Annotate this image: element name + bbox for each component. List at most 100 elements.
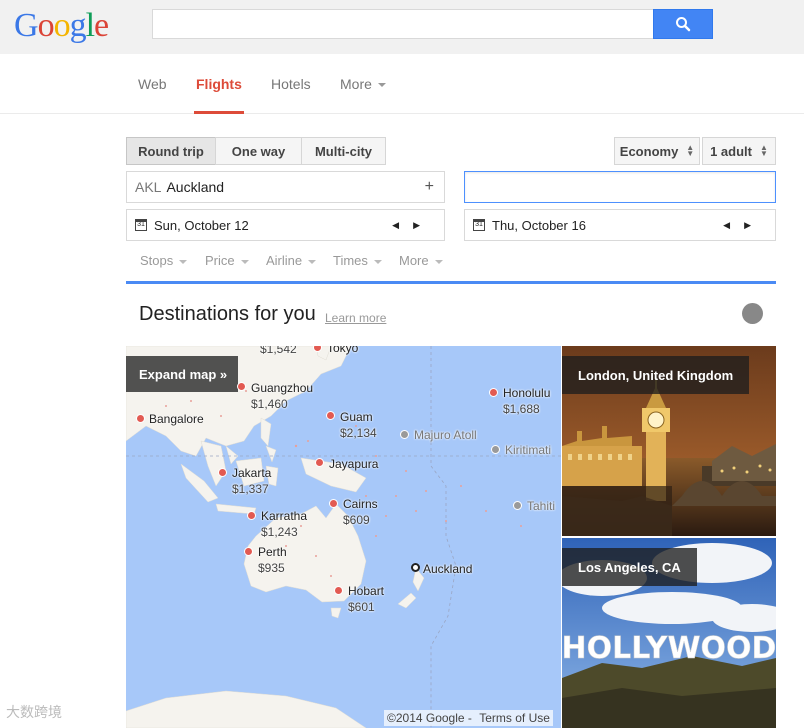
- map-city-label: Bangalore: [149, 412, 204, 426]
- tab-more-label: More: [340, 76, 372, 92]
- map-price: $609: [343, 513, 370, 527]
- chevron-down-icon: [373, 259, 382, 264]
- destination-card-los-angeles[interactable]: HOLLYWOOD Los Angeles, CA: [562, 538, 776, 728]
- map-city-label: Karratha: [261, 509, 308, 523]
- map-pin[interactable]: [136, 414, 145, 423]
- destinations-map[interactable]: Expand map » $1,542 Tokyo Guangzhou $1,4…: [126, 346, 561, 728]
- map-price: $2,134: [340, 426, 377, 440]
- multi-city-button[interactable]: Multi-city: [301, 137, 386, 165]
- filter-price[interactable]: Price: [205, 253, 249, 268]
- chevron-down-icon: [308, 259, 317, 264]
- destination-field[interactable]: [464, 171, 776, 203]
- map-pin[interactable]: [237, 382, 246, 391]
- filter-times[interactable]: Times: [333, 253, 382, 268]
- calendar-icon: 31: [135, 219, 147, 231]
- top-bar: Google: [0, 0, 804, 54]
- map-price: $935: [258, 561, 285, 575]
- map-price: $1,337: [232, 482, 269, 496]
- destinations-title: Destinations for you: [139, 303, 316, 325]
- map-price: $1,542: [260, 346, 297, 356]
- left-arrow-icon[interactable]: ◀: [392, 220, 413, 230]
- copyright-text: ©2014 Google -: [387, 711, 472, 725]
- map-pin[interactable]: [218, 468, 227, 477]
- tab-more[interactable]: More: [340, 76, 386, 114]
- search-input[interactable]: [152, 9, 654, 39]
- map-price: $1,460: [251, 397, 288, 411]
- right-arrow-icon[interactable]: ▶: [413, 220, 434, 230]
- map-pin[interactable]: [491, 445, 500, 454]
- map-pin[interactable]: [334, 586, 343, 595]
- map-city-label: Tahiti: [527, 499, 556, 513]
- destination-card-london[interactable]: London, United Kingdom: [562, 346, 776, 536]
- map-city-label: Guangzhou: [251, 381, 314, 395]
- map-landmass: [126, 346, 561, 728]
- date-arrows[interactable]: ◀▶: [392, 220, 434, 231]
- updown-arrows-icon: ▲ ▼: [759, 143, 768, 158]
- map-pin[interactable]: [513, 501, 522, 510]
- cabin-class-select[interactable]: Economy ▲ ▼: [614, 137, 700, 165]
- map-pin-home[interactable]: [411, 563, 420, 572]
- watermark: 大数跨境: [6, 704, 62, 720]
- hollywood-sign-text: HOLLYWOOD: [562, 631, 776, 666]
- map-city-label: Auckland: [423, 562, 473, 576]
- google-logo[interactable]: Google: [14, 6, 109, 46]
- terms-link[interactable]: Terms of Use: [479, 711, 550, 725]
- chevron-down-icon: [240, 259, 249, 264]
- chevron-down-icon: [377, 83, 386, 88]
- map-pin[interactable]: [244, 547, 253, 556]
- updown-arrows-icon: ▲ ▼: [686, 143, 695, 158]
- one-way-button[interactable]: One way: [215, 137, 302, 165]
- round-trip-button[interactable]: Round trip: [126, 137, 216, 165]
- map-attribution: ©2014 Google - Terms of Use: [384, 710, 553, 726]
- learn-more-link[interactable]: Learn more: [325, 311, 386, 325]
- map-pin[interactable]: [489, 388, 498, 397]
- passengers-select[interactable]: 1 adult ▲ ▼: [702, 137, 776, 165]
- map-city-label: Kiritimati: [505, 443, 552, 457]
- origin-code: AKL: [135, 179, 162, 195]
- map-pin[interactable]: [400, 430, 409, 439]
- calendar-icon: 31: [473, 219, 485, 231]
- origin-field[interactable]: AKL Auckland +: [126, 171, 445, 203]
- section-divider: [126, 281, 776, 284]
- plus-icon[interactable]: +: [425, 178, 434, 196]
- tab-hotels[interactable]: Hotels: [271, 76, 311, 114]
- search-nav: Web Flights Hotels More: [0, 54, 804, 114]
- map-city-label: Majuro Atoll: [414, 428, 477, 442]
- return-date: Thu, October 16: [492, 217, 586, 233]
- return-date-field[interactable]: 31 Thu, October 16 ◀▶: [464, 209, 776, 241]
- tab-web[interactable]: Web: [138, 76, 167, 114]
- chevron-down-icon: [179, 259, 188, 264]
- map-city-label: Tokyo: [327, 346, 359, 355]
- map-city-label: Hobart: [348, 584, 385, 598]
- filter-more[interactable]: More: [399, 253, 443, 268]
- chevron-down-icon: [434, 259, 443, 264]
- magnifier-icon: [676, 17, 691, 32]
- map-city-label: Cairns: [343, 497, 378, 511]
- map-pin[interactable]: [326, 411, 335, 420]
- depart-date: Sun, October 12: [154, 217, 249, 233]
- map-price: $1,688: [503, 402, 540, 416]
- card-label: Los Angeles, CA: [562, 548, 697, 586]
- map-price: $1,243: [261, 525, 298, 539]
- date-arrows[interactable]: ◀▶: [723, 220, 765, 231]
- map-pin[interactable]: [247, 511, 256, 520]
- left-arrow-icon[interactable]: ◀: [723, 220, 744, 230]
- depart-date-field[interactable]: 31 Sun, October 12 ◀▶: [126, 209, 445, 241]
- map-city-label: Jayapura: [329, 457, 379, 471]
- tab-flights[interactable]: Flights: [194, 76, 244, 114]
- map-city-label: Guam: [340, 410, 373, 424]
- search-button[interactable]: [653, 9, 713, 39]
- right-arrow-icon[interactable]: ▶: [744, 220, 765, 230]
- passengers-value: 1 adult: [710, 143, 752, 159]
- map-pin[interactable]: [329, 499, 338, 508]
- card-label: London, United Kingdom: [562, 356, 750, 394]
- expand-map-button[interactable]: Expand map »: [126, 356, 238, 392]
- loading-indicator: [742, 303, 763, 324]
- origin-city: Auckland: [166, 179, 225, 195]
- cabin-class-value: Economy: [619, 143, 679, 159]
- map-price: $601: [348, 600, 375, 614]
- map-pin[interactable]: [315, 458, 324, 467]
- filter-airline[interactable]: Airline: [266, 253, 317, 268]
- filter-stops[interactable]: Stops: [140, 253, 188, 268]
- map-city-label: Perth: [258, 545, 287, 559]
